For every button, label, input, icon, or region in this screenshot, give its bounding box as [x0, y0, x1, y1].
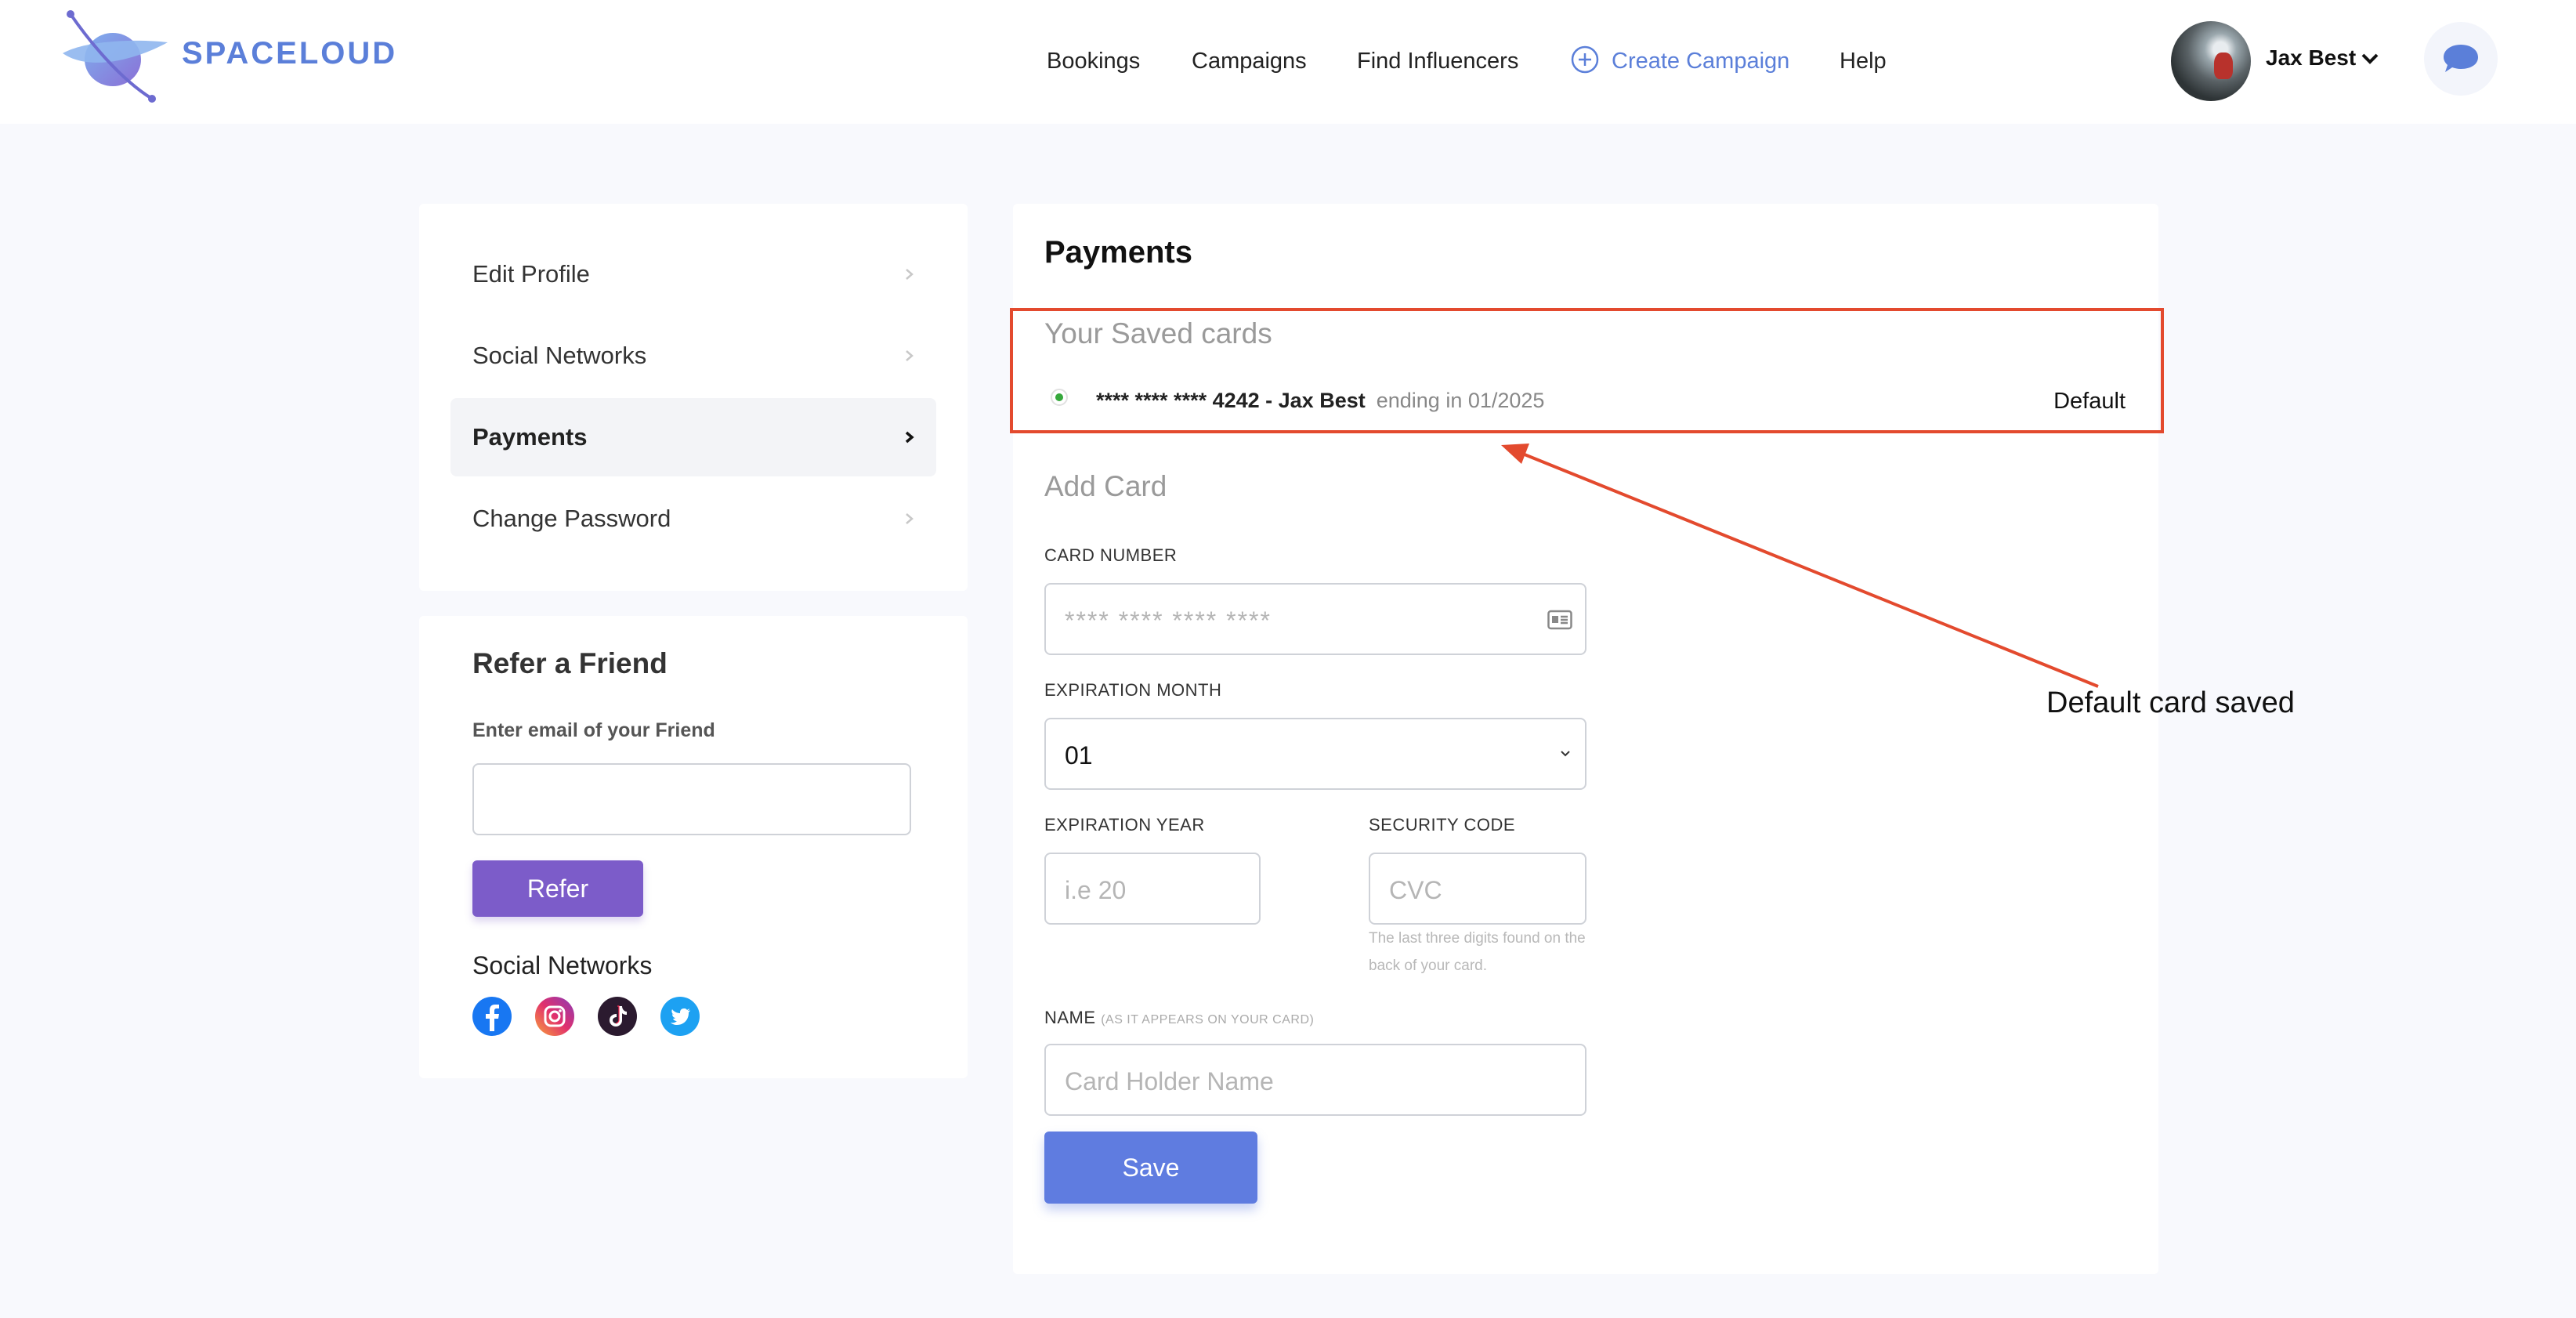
social-networks-title: Social Networks	[472, 951, 653, 979]
chevron-right-icon	[906, 350, 914, 361]
nav-create-campaign[interactable]: Create Campaign	[1612, 49, 1789, 74]
nav-campaigns[interactable]: Campaigns	[1192, 49, 1307, 74]
menu-item-payments[interactable]: Payments	[450, 398, 936, 476]
user-name[interactable]: Jax Best	[2266, 45, 2356, 71]
page-title: Payments	[1044, 235, 1192, 270]
plus-circle-icon[interactable]	[1571, 45, 1599, 74]
card-number-input[interactable]: **** **** **** ****	[1044, 583, 1586, 655]
instagram-icon[interactable]	[535, 997, 574, 1036]
nav-help[interactable]: Help	[1840, 49, 1887, 74]
expiration-month-value: 01	[1065, 741, 1093, 769]
refer-email-label: Enter email of your Friend	[472, 719, 715, 741]
card-holder-name-placeholder: Card Holder Name	[1065, 1067, 1274, 1095]
refer-email-input[interactable]	[472, 763, 911, 835]
refer-friend-card: Refer a Friend Enter email of your Frien…	[419, 616, 968, 1078]
avatar-figure	[2214, 53, 2233, 79]
chevron-down-icon[interactable]	[2360, 50, 2380, 67]
brand-name[interactable]: SPACELOUD	[182, 36, 397, 71]
annotation-label: Default card saved	[2046, 686, 2295, 719]
chevron-right-icon	[906, 513, 914, 524]
expiration-month-select[interactable]: 01	[1044, 718, 1586, 790]
menu-item-label: Edit Profile	[472, 260, 590, 288]
card-number-label: CARD NUMBER	[1044, 545, 1178, 565]
avatar[interactable]	[2171, 21, 2251, 101]
security-code-note: The last three digits found on the back …	[1369, 930, 1586, 974]
chevron-right-icon	[906, 269, 914, 280]
card-holder-name-input[interactable]: Card Holder Name	[1044, 1044, 1586, 1116]
chat-button[interactable]	[2424, 22, 2498, 96]
expiration-month-label: EXPIRATION MONTH	[1044, 680, 1222, 700]
chevron-down-icon	[1561, 751, 1570, 757]
refer-button[interactable]: Refer	[472, 860, 643, 917]
save-button[interactable]: Save	[1044, 1132, 1257, 1204]
refer-title: Refer a Friend	[472, 647, 668, 679]
card-id-icon	[1547, 610, 1572, 630]
name-label-hint: (AS IT APPEARS ON YOUR CARD)	[1101, 1013, 1315, 1027]
security-code-label: SECURITY CODE	[1369, 815, 1516, 835]
expiration-year-placeholder: i.e 20	[1065, 876, 1127, 904]
name-label-text: NAME	[1044, 1008, 1096, 1027]
menu-item-label: Payments	[472, 423, 588, 451]
security-code-placeholder: CVC	[1389, 876, 1442, 904]
menu-item-edit-profile[interactable]: Edit Profile	[450, 235, 936, 313]
card-number-placeholder: **** **** **** ****	[1065, 606, 1272, 635]
twitter-icon[interactable]	[660, 997, 700, 1036]
add-card-title: Add Card	[1044, 470, 1167, 502]
spaceloud-logo-icon[interactable]	[56, 8, 174, 105]
chat-bubble-icon	[2444, 45, 2478, 72]
name-label: NAME (AS IT APPEARS ON YOUR CARD)	[1044, 1008, 1314, 1028]
settings-menu: Edit Profile Social Networks Payments Ch…	[419, 204, 968, 591]
top-header: SPACELOUD Bookings Campaigns Find Influe…	[0, 0, 2576, 124]
menu-item-label: Social Networks	[472, 342, 647, 369]
menu-item-social-networks[interactable]: Social Networks	[450, 317, 936, 395]
security-code-input[interactable]: CVC	[1369, 853, 1586, 925]
annotation-highlight-box	[1010, 308, 2164, 433]
menu-item-label: Change Password	[472, 505, 671, 532]
expiration-year-label: EXPIRATION YEAR	[1044, 815, 1205, 835]
nav-bookings[interactable]: Bookings	[1047, 49, 1140, 74]
nav-find-influencers[interactable]: Find Influencers	[1357, 49, 1518, 74]
menu-item-change-password[interactable]: Change Password	[450, 480, 936, 558]
tiktok-icon[interactable]	[598, 997, 637, 1036]
facebook-icon[interactable]	[472, 997, 512, 1036]
expiration-year-input[interactable]: i.e 20	[1044, 853, 1261, 925]
chevron-right-icon	[905, 431, 914, 444]
